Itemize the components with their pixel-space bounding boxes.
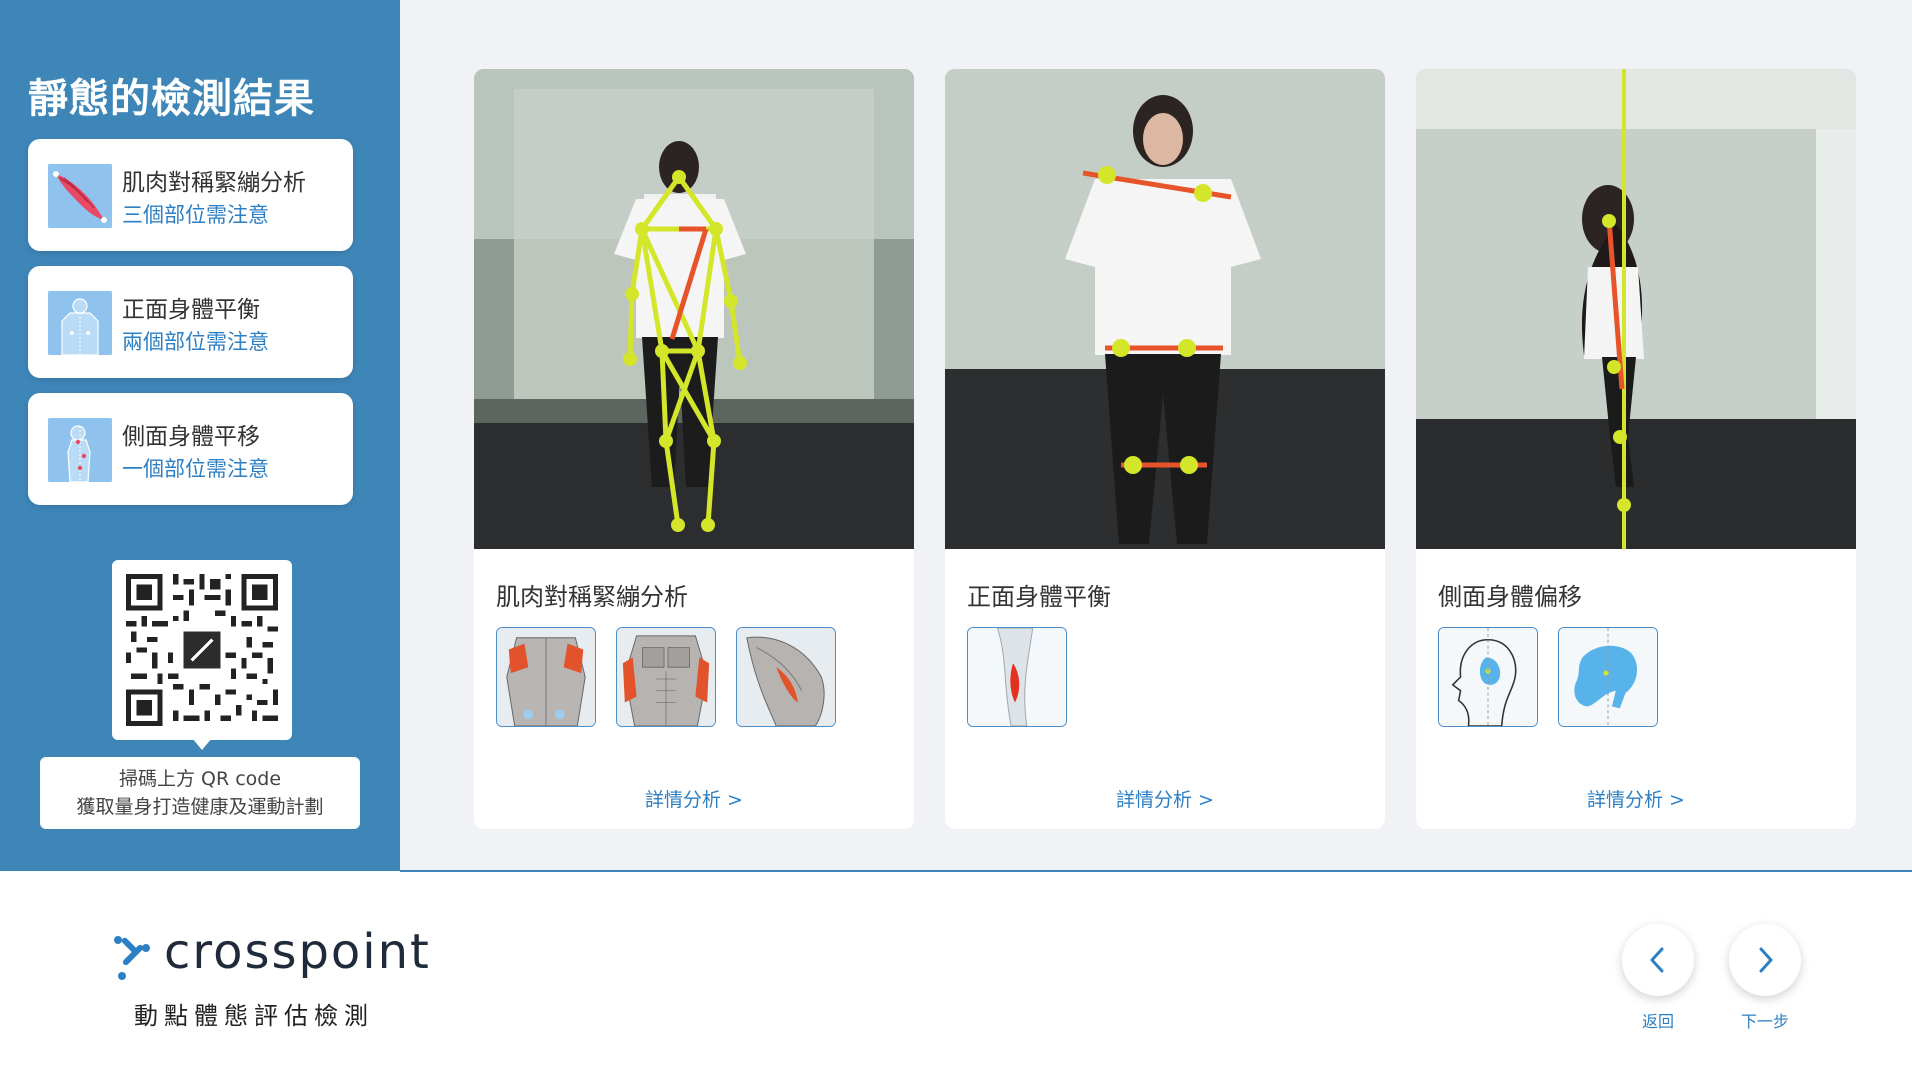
analysis-card-title: 側面身體偏移 bbox=[1438, 583, 1582, 611]
sidebar: 靜態的檢測結果 肌肉對稱緊繃分析 三個部位需注意 正面身體平衡 兩個部位需注意 … bbox=[0, 0, 400, 871]
posture-photo-front-skeleton bbox=[474, 69, 914, 549]
qr-instruction-line2: 獲取量身打造健康及運動計劃 bbox=[76, 796, 324, 818]
page-title: 靜態的檢測結果 bbox=[28, 76, 315, 122]
qr-instruction-line1: 掃碼上方 QR code bbox=[118, 768, 282, 790]
front-body-icon bbox=[48, 291, 112, 355]
next-button[interactable] bbox=[1729, 924, 1801, 996]
chest-muscle-icon[interactable] bbox=[616, 627, 716, 727]
qr-instruction: 掃碼上方 QR code 獲取量身打造健康及運動計劃 bbox=[40, 757, 360, 829]
summary-card-status: 三個部位需注意 bbox=[122, 203, 269, 227]
analysis-card-front-balance[interactable]: 正面身體平衡 詳情分析 > bbox=[945, 69, 1385, 829]
back-label: 返回 bbox=[1641, 1012, 1674, 1031]
head-profile-icon[interactable] bbox=[1438, 627, 1538, 727]
summary-card-muscle[interactable]: 肌肉對稱緊繃分析 三個部位需注意 bbox=[28, 139, 353, 251]
detail-analysis-link[interactable]: 詳情分析 > bbox=[474, 785, 914, 812]
posture-photo-front-balance bbox=[945, 69, 1385, 549]
next-label: 下一步 bbox=[1740, 1012, 1789, 1031]
summary-card-status: 兩個部位需注意 bbox=[122, 330, 269, 354]
analysis-card-title: 正面身體平衡 bbox=[967, 583, 1111, 611]
footer-divider bbox=[400, 870, 1912, 872]
qr-code bbox=[112, 560, 292, 740]
app-root: 靜態的檢測結果 肌肉對稱緊繃分析 三個部位需注意 正面身體平衡 兩個部位需注意 … bbox=[0, 0, 1912, 1080]
muscle-icon bbox=[48, 164, 112, 228]
summary-card-status: 一個部位需注意 bbox=[122, 457, 269, 481]
summary-card-title: 側面身體平移 bbox=[122, 424, 260, 450]
arm-muscle-icon[interactable] bbox=[736, 627, 836, 727]
summary-card-title: 肌肉對稱緊繃分析 bbox=[122, 170, 306, 196]
analysis-card-side-shift[interactable]: 側面身體偏移 詳情分析 > bbox=[1416, 69, 1856, 829]
crosspoint-logo-icon bbox=[114, 936, 150, 980]
analysis-card-title: 肌肉對稱緊繃分析 bbox=[496, 583, 688, 611]
summary-card-front-balance[interactable]: 正面身體平衡 兩個部位需注意 bbox=[28, 266, 353, 378]
analysis-card-muscle[interactable]: 肌肉對稱緊繃分析 詳情分析 > bbox=[474, 69, 914, 829]
chevron-left-icon bbox=[1650, 947, 1664, 973]
back-button[interactable] bbox=[1622, 924, 1694, 996]
summary-card-side-shift[interactable]: 側面身體平移 一個部位需注意 bbox=[28, 393, 353, 505]
pelvis-icon[interactable] bbox=[1558, 627, 1658, 727]
side-body-icon bbox=[48, 418, 112, 482]
qr-pointer bbox=[192, 738, 212, 750]
detail-analysis-link[interactable]: 詳情分析 > bbox=[1416, 785, 1856, 812]
posture-photo-side-view bbox=[1416, 69, 1856, 549]
summary-card-title: 正面身體平衡 bbox=[122, 297, 260, 323]
chevron-right-icon bbox=[1759, 947, 1773, 973]
brand-name: crosspoint bbox=[164, 924, 431, 980]
brand-subtitle: 動點體態評估檢測 bbox=[134, 1002, 374, 1030]
leg-muscle-icon[interactable] bbox=[967, 627, 1067, 727]
back-muscle-icon[interactable] bbox=[496, 627, 596, 727]
detail-analysis-link[interactable]: 詳情分析 > bbox=[945, 785, 1385, 812]
